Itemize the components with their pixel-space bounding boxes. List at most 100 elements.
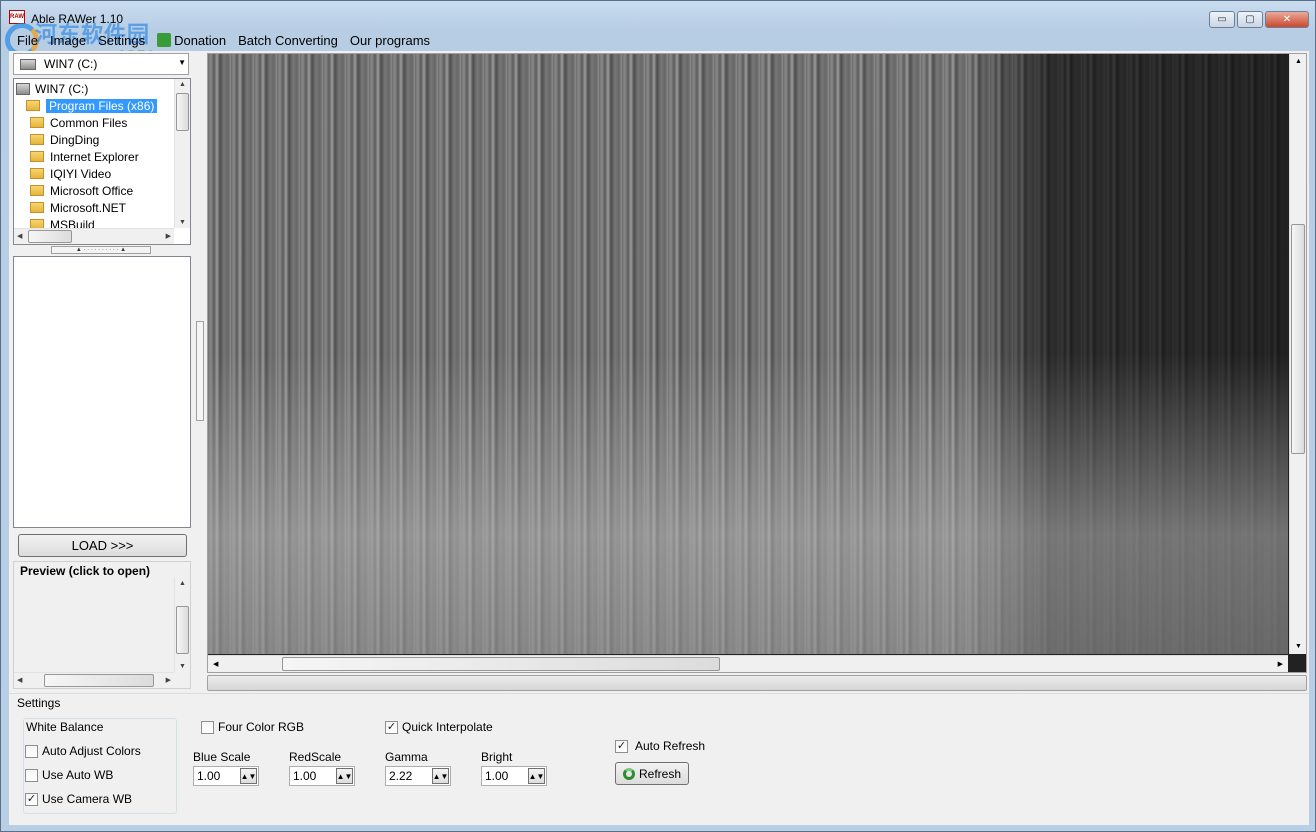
scroll-thumb[interactable] [176, 93, 189, 131]
tree-item[interactable]: Internet Explorer [30, 148, 139, 165]
checkbox-label: Quick Interpolate [402, 720, 493, 734]
file-list[interactable] [13, 256, 191, 528]
red-scale-input[interactable]: 1.00 ▲▼ [289, 766, 355, 786]
horizontal-splitter[interactable]: ▲ · · · · · · · · · · ▲ [51, 246, 151, 254]
scroll-up-icon[interactable]: ▲ [179, 580, 186, 587]
bright-input[interactable]: 1.00 ▲▼ [481, 766, 547, 786]
scroll-left-icon[interactable]: ◀ [213, 660, 218, 668]
title-bar[interactable]: RAW Able RAWer 1.10 河东软件园 www.pc0359.cn … [1, 1, 1315, 65]
tree-item[interactable]: Microsoft.NET [30, 199, 126, 216]
checkbox-box[interactable] [25, 768, 38, 782]
scroll-up-icon[interactable]: ▲ [1295, 58, 1302, 65]
menu-donation-label: Donation [174, 32, 227, 48]
refresh-button[interactable]: Refresh [615, 762, 689, 785]
red-scale-label: RedScale [289, 750, 342, 764]
checkbox-box[interactable] [25, 744, 38, 758]
scroll-right-icon[interactable]: ▶ [166, 232, 171, 240]
auto-adjust-colors-checkbox[interactable]: Auto Adjust Colors [25, 744, 141, 758]
menu-donation[interactable]: Donation [151, 31, 232, 49]
checkbox-label: Use Auto WB [42, 768, 114, 782]
drive-select[interactable]: WIN7 (C:) ▼ [13, 53, 189, 75]
menu-file[interactable]: File [11, 31, 44, 49]
tree-item[interactable]: Common Files [30, 114, 127, 131]
tree-root[interactable]: WIN7 (C:) [16, 80, 88, 97]
checkbox-box[interactable]: ✓ [25, 792, 38, 806]
quick-interpolate-checkbox[interactable]: ✓ Quick Interpolate [385, 720, 493, 734]
image-viewer[interactable]: ▲ ▼ ◀ ▶ [207, 53, 1307, 673]
maximize-button[interactable]: ▢ [1237, 11, 1263, 28]
blue-scale-input[interactable]: 1.00 ▲▼ [193, 766, 259, 786]
use-auto-wb-checkbox[interactable]: Use Auto WB [25, 768, 113, 782]
scroll-left-icon[interactable]: ◀ [17, 232, 22, 240]
bright-value: 1.00 [485, 769, 509, 783]
checkbox-box[interactable]: ✓ [385, 720, 398, 734]
use-camera-wb-checkbox[interactable]: ✓ Use Camera WB [25, 792, 132, 806]
folder-tree[interactable]: WIN7 (C:) Program Files (x86) Common Fil… [13, 78, 191, 245]
scroll-thumb[interactable] [1291, 224, 1305, 454]
tree-item-label: Microsoft.NET [50, 200, 127, 215]
load-button[interactable]: LOAD >>> [18, 534, 187, 557]
menu-image[interactable]: Image [44, 31, 92, 49]
checkbox-box[interactable]: ✓ [615, 739, 628, 753]
scroll-thumb[interactable] [28, 230, 72, 243]
settings-group: Settings White Balance Auto Adjust Color… [9, 693, 1309, 825]
scroll-down-icon[interactable]: ▼ [1295, 643, 1302, 650]
checkbox-box[interactable] [201, 720, 214, 734]
tree-item-label: Internet Explorer [50, 149, 139, 164]
folder-icon [26, 100, 40, 111]
folder-icon [30, 134, 44, 145]
scroll-thumb[interactable] [176, 606, 189, 654]
scroll-right-icon[interactable]: ▶ [166, 676, 171, 684]
scroll-up-icon[interactable]: ▲ [179, 81, 186, 88]
client-area: WIN7 (C:) ▼ WIN7 (C:) Program Files (x86… [9, 51, 1309, 825]
donation-icon [157, 33, 172, 47]
gamma-input[interactable]: 2.22 ▲▼ [385, 766, 451, 786]
chevron-down-icon[interactable]: ▼ [178, 58, 186, 67]
preview-panel[interactable]: Preview (click to open) ▲ ▼ ◀ ▶ [13, 561, 191, 689]
menu-batch-converting[interactable]: Batch Converting [232, 31, 344, 49]
hard-drive-icon [16, 82, 30, 95]
vertical-splitter[interactable] [196, 321, 204, 421]
checkbox-label: Four Color RGB [218, 720, 305, 734]
folder-icon [30, 168, 44, 179]
scroll-thumb[interactable] [44, 674, 154, 687]
checkbox-label: Auto Adjust Colors [42, 744, 141, 758]
scroll-left-icon[interactable]: ◀ [17, 676, 22, 684]
white-balance-title: White Balance [25, 720, 105, 734]
drive-select-value: WIN7 (C:) [44, 57, 98, 71]
preview-horizontal-scrollbar[interactable]: ◀ ▶ [14, 672, 174, 688]
checkbox-label: Use Camera WB [42, 792, 133, 806]
tree-vertical-scrollbar[interactable]: ▲ ▼ [174, 79, 190, 228]
auto-refresh-checkbox[interactable]: ✓ Auto Refresh [615, 739, 705, 753]
gamma-value: 2.22 [389, 769, 413, 783]
spin-arrows-icon[interactable]: ▲▼ [240, 768, 257, 784]
blue-scale-value: 1.00 [197, 769, 221, 783]
image-vertical-scrollbar[interactable]: ▲ ▼ [1289, 54, 1306, 654]
tree-item-selected[interactable]: Program Files (x86) [26, 97, 158, 114]
tree-item-label: Microsoft Office [50, 183, 134, 198]
menu-settings[interactable]: Settings [92, 31, 151, 49]
preview-title: Preview (click to open) [20, 564, 151, 578]
scroll-right-icon[interactable]: ▶ [1278, 660, 1283, 668]
app-icon: RAW [9, 10, 25, 24]
close-button[interactable]: ✕ [1265, 11, 1309, 28]
scroll-down-icon[interactable]: ▼ [179, 219, 186, 226]
spin-arrows-icon[interactable]: ▲▼ [432, 768, 449, 784]
tree-item[interactable]: Microsoft Office [30, 182, 133, 199]
minimize-button[interactable]: ▭ [1209, 11, 1235, 28]
menu-our-programs[interactable]: Our programs [344, 31, 436, 49]
preview-vertical-scrollbar[interactable]: ▲ ▼ [174, 578, 190, 672]
menu-bar: File Image Settings Donation Batch Conve… [11, 31, 436, 49]
red-scale-value: 1.00 [293, 769, 317, 783]
image-horizontal-scrollbar[interactable]: ◀ ▶ [208, 655, 1288, 672]
scroll-thumb[interactable] [282, 657, 720, 671]
checkbox-label: Auto Refresh [635, 739, 706, 753]
scroll-down-icon[interactable]: ▼ [179, 663, 186, 670]
four-color-rgb-checkbox[interactable]: Four Color RGB [201, 720, 304, 734]
tree-item[interactable]: IQIYI Video [30, 165, 111, 182]
folder-icon [30, 151, 44, 162]
tree-horizontal-scrollbar[interactable]: ◀ ▶ [14, 228, 174, 244]
spin-arrows-icon[interactable]: ▲▼ [528, 768, 545, 784]
tree-item[interactable]: DingDing [30, 131, 99, 148]
spin-arrows-icon[interactable]: ▲▼ [336, 768, 353, 784]
